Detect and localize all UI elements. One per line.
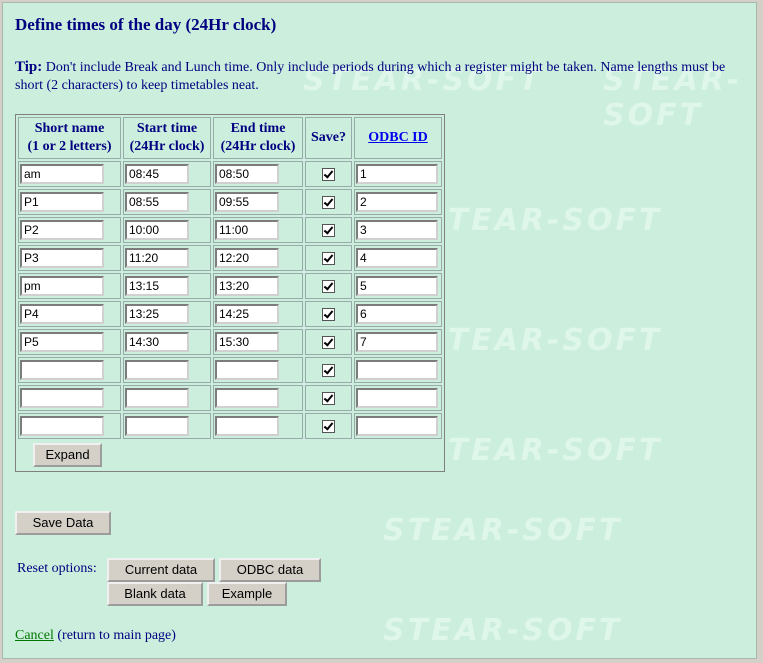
tip-text: Tip: Don't include Break and Lunch time.…	[15, 58, 740, 95]
end-time-input[interactable]	[215, 388, 279, 408]
odbc-id-input[interactable]	[356, 304, 438, 324]
end-time-input[interactable]	[215, 276, 279, 296]
table-row	[18, 189, 442, 215]
save-checkbox[interactable]	[322, 391, 335, 405]
save-checkbox[interactable]	[322, 167, 335, 181]
save-checkbox[interactable]	[322, 335, 335, 349]
watermark: STEAR-SOFT	[383, 513, 623, 548]
tip-label: Tip:	[15, 59, 43, 75]
save-checkbox[interactable]	[322, 195, 335, 209]
header-odbc-id: ODBC ID	[354, 117, 442, 159]
start-time-input[interactable]	[125, 192, 189, 212]
start-time-input[interactable]	[125, 332, 189, 352]
odbc-id-link[interactable]: ODBC ID	[368, 130, 428, 145]
table-row	[18, 357, 442, 383]
table-row	[18, 245, 442, 271]
table-row	[18, 413, 442, 439]
short-name-input[interactable]	[20, 164, 104, 184]
short-name-input[interactable]	[20, 332, 104, 352]
odbc-id-input[interactable]	[356, 248, 438, 268]
short-name-input[interactable]	[20, 248, 104, 268]
short-name-input[interactable]	[20, 192, 104, 212]
end-time-input[interactable]	[215, 360, 279, 380]
short-name-input[interactable]	[20, 416, 104, 436]
reset-options-label: Reset options:	[17, 561, 97, 576]
odbc-id-input[interactable]	[356, 220, 438, 240]
save-checkbox[interactable]	[322, 251, 335, 265]
header-short-name: Short name (1 or 2 letters)	[18, 117, 121, 159]
table-row	[18, 273, 442, 299]
end-time-input[interactable]	[215, 248, 279, 268]
start-time-input[interactable]	[125, 276, 189, 296]
odbc-id-input[interactable]	[356, 360, 438, 380]
short-name-input[interactable]	[20, 304, 104, 324]
odbc-id-input[interactable]	[356, 332, 438, 352]
tip-body: Don't include Break and Lunch time. Only…	[15, 60, 726, 93]
save-checkbox[interactable]	[322, 307, 335, 321]
watermark: STEAR-SOFT	[423, 203, 663, 238]
table-row	[18, 217, 442, 243]
watermark: STEAR-SOFT	[423, 433, 663, 468]
reset-current-data-button[interactable]: Current data	[107, 558, 215, 582]
expand-row: Expand	[18, 441, 442, 469]
start-time-input[interactable]	[125, 388, 189, 408]
save-checkbox[interactable]	[322, 419, 335, 433]
cancel-link[interactable]: Cancel	[15, 628, 54, 643]
reset-odbc-data-button[interactable]: ODBC data	[219, 558, 321, 582]
short-name-input[interactable]	[20, 388, 104, 408]
end-time-input[interactable]	[215, 332, 279, 352]
start-time-input[interactable]	[125, 248, 189, 268]
start-time-input[interactable]	[125, 416, 189, 436]
odbc-id-input[interactable]	[356, 276, 438, 296]
header-start-time: Start time (24Hr clock)	[123, 117, 211, 159]
table-row	[18, 329, 442, 355]
expand-button[interactable]: Expand	[33, 443, 102, 467]
end-time-input[interactable]	[215, 304, 279, 324]
page-title: Define times of the day (24Hr clock)	[15, 15, 277, 34]
start-time-input[interactable]	[125, 220, 189, 240]
end-time-input[interactable]	[215, 192, 279, 212]
watermark: STEAR-SOFT	[383, 613, 623, 648]
header-end-time: End time (24Hr clock)	[213, 117, 303, 159]
watermark: STEAR-SOFT	[423, 323, 663, 358]
odbc-id-input[interactable]	[356, 164, 438, 184]
page-frame: STEAR-SOFT STEAR-SOFT STEAR-SOFT STEAR-S…	[2, 2, 757, 659]
save-data-button[interactable]: Save Data	[15, 511, 111, 535]
reset-example-button[interactable]: Example	[207, 582, 287, 606]
start-time-input[interactable]	[125, 164, 189, 184]
start-time-input[interactable]	[125, 360, 189, 380]
cancel-note: (return to main page)	[57, 628, 176, 643]
odbc-id-input[interactable]	[356, 416, 438, 436]
cancel-line: Cancel (return to main page)	[15, 628, 176, 644]
short-name-input[interactable]	[20, 276, 104, 296]
times-table: Short name (1 or 2 letters) Start time (…	[15, 114, 445, 472]
end-time-input[interactable]	[215, 220, 279, 240]
header-save: Save?	[305, 117, 352, 159]
short-name-input[interactable]	[20, 220, 104, 240]
save-checkbox[interactable]	[322, 223, 335, 237]
end-time-input[interactable]	[215, 164, 279, 184]
start-time-input[interactable]	[125, 304, 189, 324]
table-row	[18, 161, 442, 187]
save-checkbox[interactable]	[322, 279, 335, 293]
save-checkbox[interactable]	[322, 363, 335, 377]
table-row	[18, 385, 442, 411]
odbc-id-input[interactable]	[356, 388, 438, 408]
odbc-id-input[interactable]	[356, 192, 438, 212]
table-row	[18, 301, 442, 327]
end-time-input[interactable]	[215, 416, 279, 436]
short-name-input[interactable]	[20, 360, 104, 380]
reset-blank-data-button[interactable]: Blank data	[107, 582, 203, 606]
